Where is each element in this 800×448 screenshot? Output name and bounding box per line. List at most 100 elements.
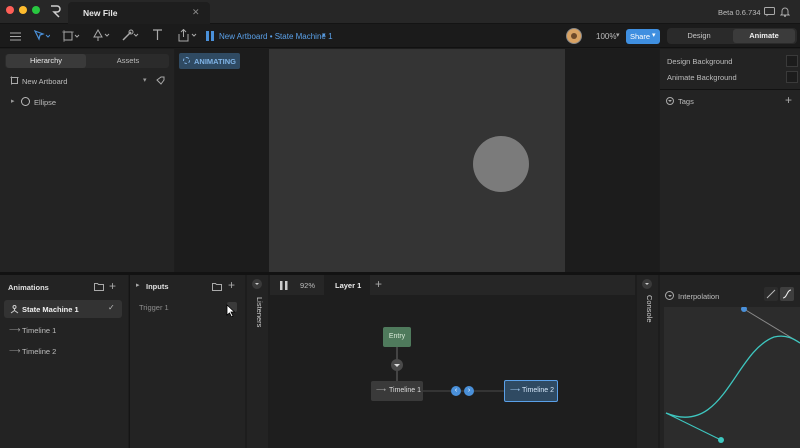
active-check-icon: ✓ (108, 303, 115, 312)
listeners-collapse-icon[interactable] (252, 279, 262, 289)
timeline-1-node[interactable]: ⟶ Timeline 1 (371, 381, 423, 401)
graph-connections (396, 347, 506, 392)
animate-background-swatch[interactable] (786, 71, 798, 83)
animation-item-label: State Machine 1 (22, 305, 79, 314)
tags-collapse-icon[interactable] (666, 97, 674, 105)
console-label: Console (645, 295, 654, 323)
file-tab[interactable]: New File ✕ (68, 2, 210, 24)
interpolation-panel: Interpolation (660, 275, 800, 448)
animations-title: Animations (8, 283, 49, 292)
mouse-cursor-icon (226, 304, 236, 317)
tag-icon[interactable] (156, 76, 165, 85)
state-machine-icon (206, 31, 214, 41)
design-mode-button[interactable]: Design (669, 29, 729, 43)
animating-indicator-icon (183, 57, 190, 64)
tab-assets[interactable]: Assets (88, 54, 168, 68)
select-tool-icon[interactable] (34, 30, 50, 42)
transition-right-arrow-icon[interactable]: › (464, 386, 474, 396)
expand-ellipse-icon[interactable]: ▸ (11, 97, 15, 105)
artboard-label[interactable]: New Artboard (22, 77, 67, 86)
listeners-strip[interactable]: Listeners (247, 275, 268, 448)
design-background-label: Design Background (667, 57, 733, 66)
artboard-path-dropdown[interactable]: New Artboard • State Machine 1 (219, 32, 333, 41)
interpolation-title: Interpolation (678, 292, 720, 301)
hierarchy-tabs: Hierarchy Assets (5, 54, 169, 68)
add-animation-icon[interactable]: + (109, 279, 116, 293)
interpolation-curve-editor[interactable] (664, 307, 800, 448)
close-tab-icon[interactable]: ✕ (192, 7, 200, 18)
feedback-icon[interactable] (764, 7, 775, 17)
state-machine-graph[interactable]: 92% Layer 1 + Entry ⟶ Timeline 1 ‹ › ⟶ T… (270, 275, 635, 448)
tab-hierarchy[interactable]: Hierarchy (6, 54, 86, 68)
toolbar: New Artboard • State Machine 1 ▾ 100% ▾ … (0, 24, 800, 48)
artboard-canvas[interactable] (269, 49, 565, 272)
inputs-title: Inputs (146, 282, 169, 291)
user-avatar[interactable] (566, 28, 582, 44)
artboard-tool-icon[interactable] (62, 30, 80, 42)
timeline-node-icon: ⟶ (376, 387, 387, 394)
add-tag-icon[interactable]: + (785, 93, 792, 107)
tags-label: Tags (678, 97, 694, 106)
transition-left-arrow-icon[interactable]: ‹ (451, 386, 461, 396)
artboard-dropdown-icon[interactable]: ▾ (143, 76, 147, 84)
console-collapse-icon[interactable] (642, 279, 652, 289)
artboard-icon (10, 76, 19, 85)
timeline-node-icon: ⟶ (510, 387, 521, 394)
inspector-divider (660, 89, 800, 90)
menu-icon[interactable] (10, 32, 21, 41)
ellipse-shape[interactable] (473, 136, 529, 192)
pen-tool-icon[interactable] (92, 29, 110, 42)
entry-connector-icon[interactable] (391, 359, 403, 371)
animation-item-state-machine-1[interactable]: State Machine 1 ✓ (4, 300, 122, 318)
add-input-folder-icon[interactable] (212, 283, 222, 291)
animations-panel: Animations + State Machine 1 ✓ ⟶ Timelin… (0, 275, 128, 448)
canvas-area[interactable]: ANIMATING (175, 49, 659, 272)
share-chevron-icon: ▾ (652, 32, 656, 39)
linear-interpolation-button[interactable] (764, 287, 778, 301)
timeline-1-node-label: Timeline 1 (389, 387, 422, 394)
close-window-button[interactable] (6, 6, 14, 14)
minimize-window-button[interactable] (19, 6, 27, 14)
inspector-panel: Design Background Animate Background Tag… (660, 49, 800, 272)
share-button[interactable]: Share ▾ (626, 29, 660, 44)
inputs-panel: ▸ Inputs + Trigger 1 (129, 275, 245, 448)
ellipse-shape-icon (21, 97, 30, 106)
entry-node[interactable]: Entry (383, 327, 411, 347)
zoom-chevron-icon: ▾ (616, 32, 620, 39)
design-background-swatch[interactable] (786, 55, 798, 67)
file-tab-title: New File (83, 8, 118, 18)
bone-tool-icon[interactable] (121, 29, 139, 42)
state-machine-icon (10, 305, 19, 314)
animate-background-label: Animate Background (667, 73, 737, 82)
title-bar: New File ✕ Beta 0.6.734 (0, 0, 800, 24)
animating-badge: ANIMATING (179, 53, 240, 69)
hierarchy-item-ellipse[interactable]: Ellipse (34, 98, 56, 107)
timeline-icon: ⟶ (9, 346, 21, 355)
cubic-interpolation-button[interactable] (780, 287, 794, 301)
text-tool-icon[interactable] (152, 29, 163, 41)
animation-item-timeline-2[interactable]: Timeline 2 (22, 347, 56, 356)
timeline-2-node-label: Timeline 2 (522, 387, 555, 394)
share-button-label: Share (630, 32, 651, 41)
maximize-window-button[interactable] (32, 6, 40, 14)
animate-mode-button[interactable]: Animate (733, 29, 795, 43)
notifications-bell-icon[interactable] (780, 6, 790, 17)
export-tool-icon[interactable] (178, 29, 198, 42)
add-folder-icon[interactable] (94, 283, 104, 291)
interpolation-collapse-icon[interactable] (665, 291, 674, 300)
input-item-trigger-1[interactable]: Trigger 1 (139, 303, 169, 312)
inputs-collapse-icon[interactable]: ▸ (136, 281, 140, 289)
listeners-label: Listeners (255, 297, 264, 328)
console-strip[interactable]: Console (637, 275, 658, 448)
timeline-2-node[interactable]: ⟶ Timeline 2 (504, 380, 558, 402)
hierarchy-panel: Hierarchy Assets New Artboard ▾ ▸ Ellips… (0, 49, 174, 272)
artboard-path-chevron-icon[interactable]: ▾ (322, 31, 326, 39)
mode-switch: Design Animate (667, 28, 797, 44)
add-input-icon[interactable]: + (228, 278, 235, 292)
zoom-dropdown[interactable]: 100% (596, 32, 616, 41)
version-label: Beta 0.6.734 (718, 8, 761, 17)
animation-item-timeline-1[interactable]: Timeline 1 (22, 326, 56, 335)
rive-logo-icon[interactable] (50, 5, 61, 18)
timeline-icon: ⟶ (9, 325, 21, 334)
animating-badge-label: ANIMATING (194, 57, 236, 66)
